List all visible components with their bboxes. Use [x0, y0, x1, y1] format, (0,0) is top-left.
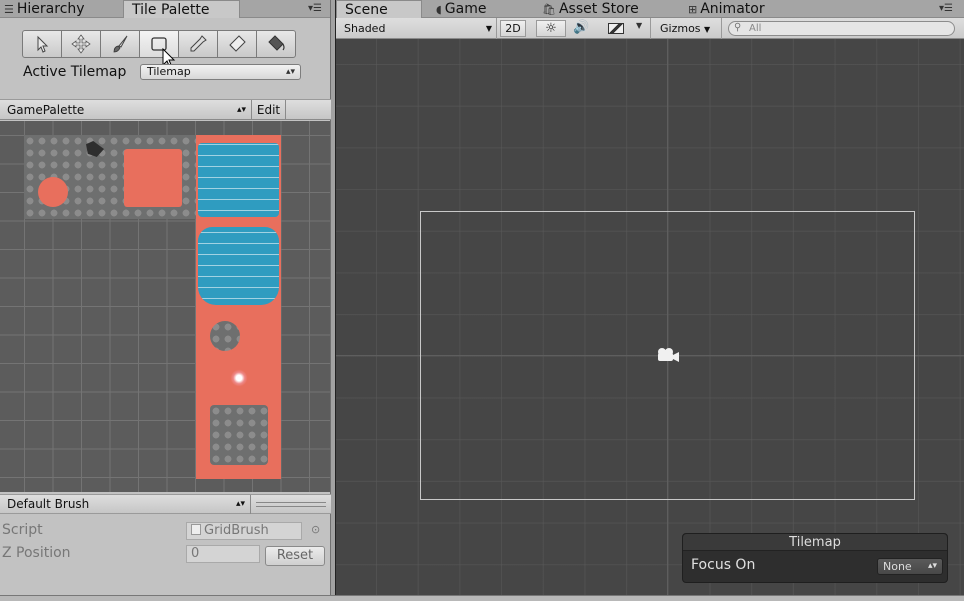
tab-scene[interactable]: Scene — [336, 0, 422, 18]
scene-window: Scene ◖ Game 🛍 Asset Store ⊞ Animator ▾☰ Sh… — [335, 0, 964, 595]
select-tool-button[interactable] — [22, 30, 62, 58]
active-tilemap-label: Active Tilemap — [23, 64, 127, 80]
effects-dropdown-arrow-icon[interactable]: ▼ — [636, 21, 642, 30]
palette-header: GamePalette ▴▾ Edit — [0, 99, 331, 120]
flood-fill-tool-button[interactable] — [256, 30, 296, 58]
gizmos-dropdown[interactable]: Gizmos ▼ — [660, 21, 710, 38]
eraser-icon — [229, 35, 246, 52]
divider — [496, 18, 497, 39]
tab-asset-store[interactable]: 🛍 Asset Store — [538, 0, 678, 18]
reset-button[interactable]: Reset — [265, 546, 325, 566]
tab-tile-palette[interactable]: Tile Palette — [123, 0, 240, 18]
animator-nodes-icon: ⊞ — [688, 3, 698, 16]
settings-gear-icon[interactable]: ⊙ — [311, 523, 320, 536]
shopping-bag-icon: 🛍 — [542, 3, 556, 16]
move-tool-button[interactable] — [61, 30, 101, 58]
palette-grid[interactable] — [0, 121, 330, 492]
focus-on-dropdown[interactable]: None ▴▾ — [877, 558, 943, 575]
active-tilemap-dropdown[interactable]: Tilemap ▴▾ — [140, 64, 301, 80]
red-circle-tile[interactable] — [38, 177, 68, 207]
palette-edit-button[interactable]: Edit — [252, 100, 286, 120]
scene-search-input[interactable]: ⚲ All — [728, 21, 955, 36]
stone-circle-tile[interactable] — [210, 321, 240, 351]
tile-palette-window: ☰ Hierarchy Tile Palette ▾☰ Active Tilem… — [0, 0, 331, 595]
2d-mode-toggle[interactable]: 2D — [500, 20, 526, 37]
divider — [721, 18, 722, 39]
paint-bucket-icon — [268, 35, 285, 51]
lighting-sun-icon[interactable]: ☼ — [536, 20, 566, 37]
image-effects-icon[interactable] — [608, 23, 624, 34]
dropdown-arrow-icon: ▼ — [704, 25, 711, 34]
panel-menu-icon[interactable]: ▾☰ — [939, 3, 953, 14]
dropdown-arrows-icon: ▴▾ — [285, 67, 295, 77]
search-icon: ⚲ — [734, 22, 742, 33]
z-position-input[interactable]: 0 — [186, 545, 260, 563]
dropdown-arrows-icon: ▴▾ — [235, 499, 245, 509]
script-field: GridBrush — [186, 522, 302, 540]
palette-dropdown[interactable]: GamePalette ▴▾ — [0, 100, 252, 120]
pacman-icon: ◖ — [436, 3, 442, 16]
paintbrush-icon — [113, 35, 128, 53]
palette-toolbar — [22, 30, 296, 58]
eyedropper-icon — [190, 35, 207, 52]
shading-mode-dropdown[interactable]: Shaded ▼ — [344, 21, 492, 37]
script-file-icon — [191, 524, 201, 535]
right-tab-bar: Scene ◖ Game 🛍 Asset Store ⊞ Animator ▾☰ — [336, 0, 964, 18]
erase-tool-button[interactable] — [217, 30, 257, 58]
brush-dropdown[interactable]: Default Brush ▴▾ — [0, 495, 251, 514]
splitter-handle[interactable] — [256, 502, 326, 507]
tilemap-overlay-panel: Tilemap Focus On None ▴▾ — [682, 533, 948, 583]
picker-tool-button[interactable] — [178, 30, 218, 58]
paint-tool-button[interactable] — [100, 30, 140, 58]
water-tile-rounded[interactable] — [198, 227, 279, 305]
divider — [650, 18, 651, 39]
tab-hierarchy[interactable]: ☰ Hierarchy — [0, 0, 122, 18]
sparkle-tile[interactable] — [228, 369, 250, 387]
dropdown-arrows-icon: ▴▾ — [236, 105, 246, 115]
scene-viewport[interactable]: Tilemap Focus On None ▴▾ — [336, 39, 964, 595]
red-square-tile[interactable] — [124, 149, 182, 207]
dropdown-arrow-icon: ▼ — [485, 24, 492, 33]
bottom-status-strip — [0, 595, 964, 601]
list-icon: ☰ — [4, 3, 14, 16]
tilemap-overlay-title: Tilemap — [683, 534, 947, 551]
z-position-label: Z Position — [2, 545, 71, 561]
water-tile-top[interactable] — [198, 143, 279, 217]
tab-animator[interactable]: ⊞ Animator — [684, 0, 824, 18]
move-arrows-icon — [71, 34, 91, 54]
tab-game[interactable]: ◖ Game — [432, 0, 532, 18]
select-arrow-icon — [37, 35, 49, 53]
script-label: Script — [2, 522, 43, 538]
panel-menu-icon[interactable]: ▾☰ — [308, 3, 322, 14]
left-tab-bar: ☰ Hierarchy Tile Palette ▾☰ — [0, 0, 330, 18]
brush-header: Default Brush ▴▾ — [0, 494, 331, 514]
focus-on-label: Focus On — [691, 557, 756, 573]
dropdown-arrows-icon: ▴▾ — [927, 561, 937, 571]
audio-speaker-icon[interactable]: 🔊 — [573, 20, 589, 35]
scene-toolbar: Shaded ▼ 2D ☼ 🔊 ▼ Gizmos ▼ ⚲ All — [336, 18, 964, 39]
stone-square-tile[interactable] — [210, 405, 268, 465]
camera-icon[interactable] — [654, 346, 680, 364]
